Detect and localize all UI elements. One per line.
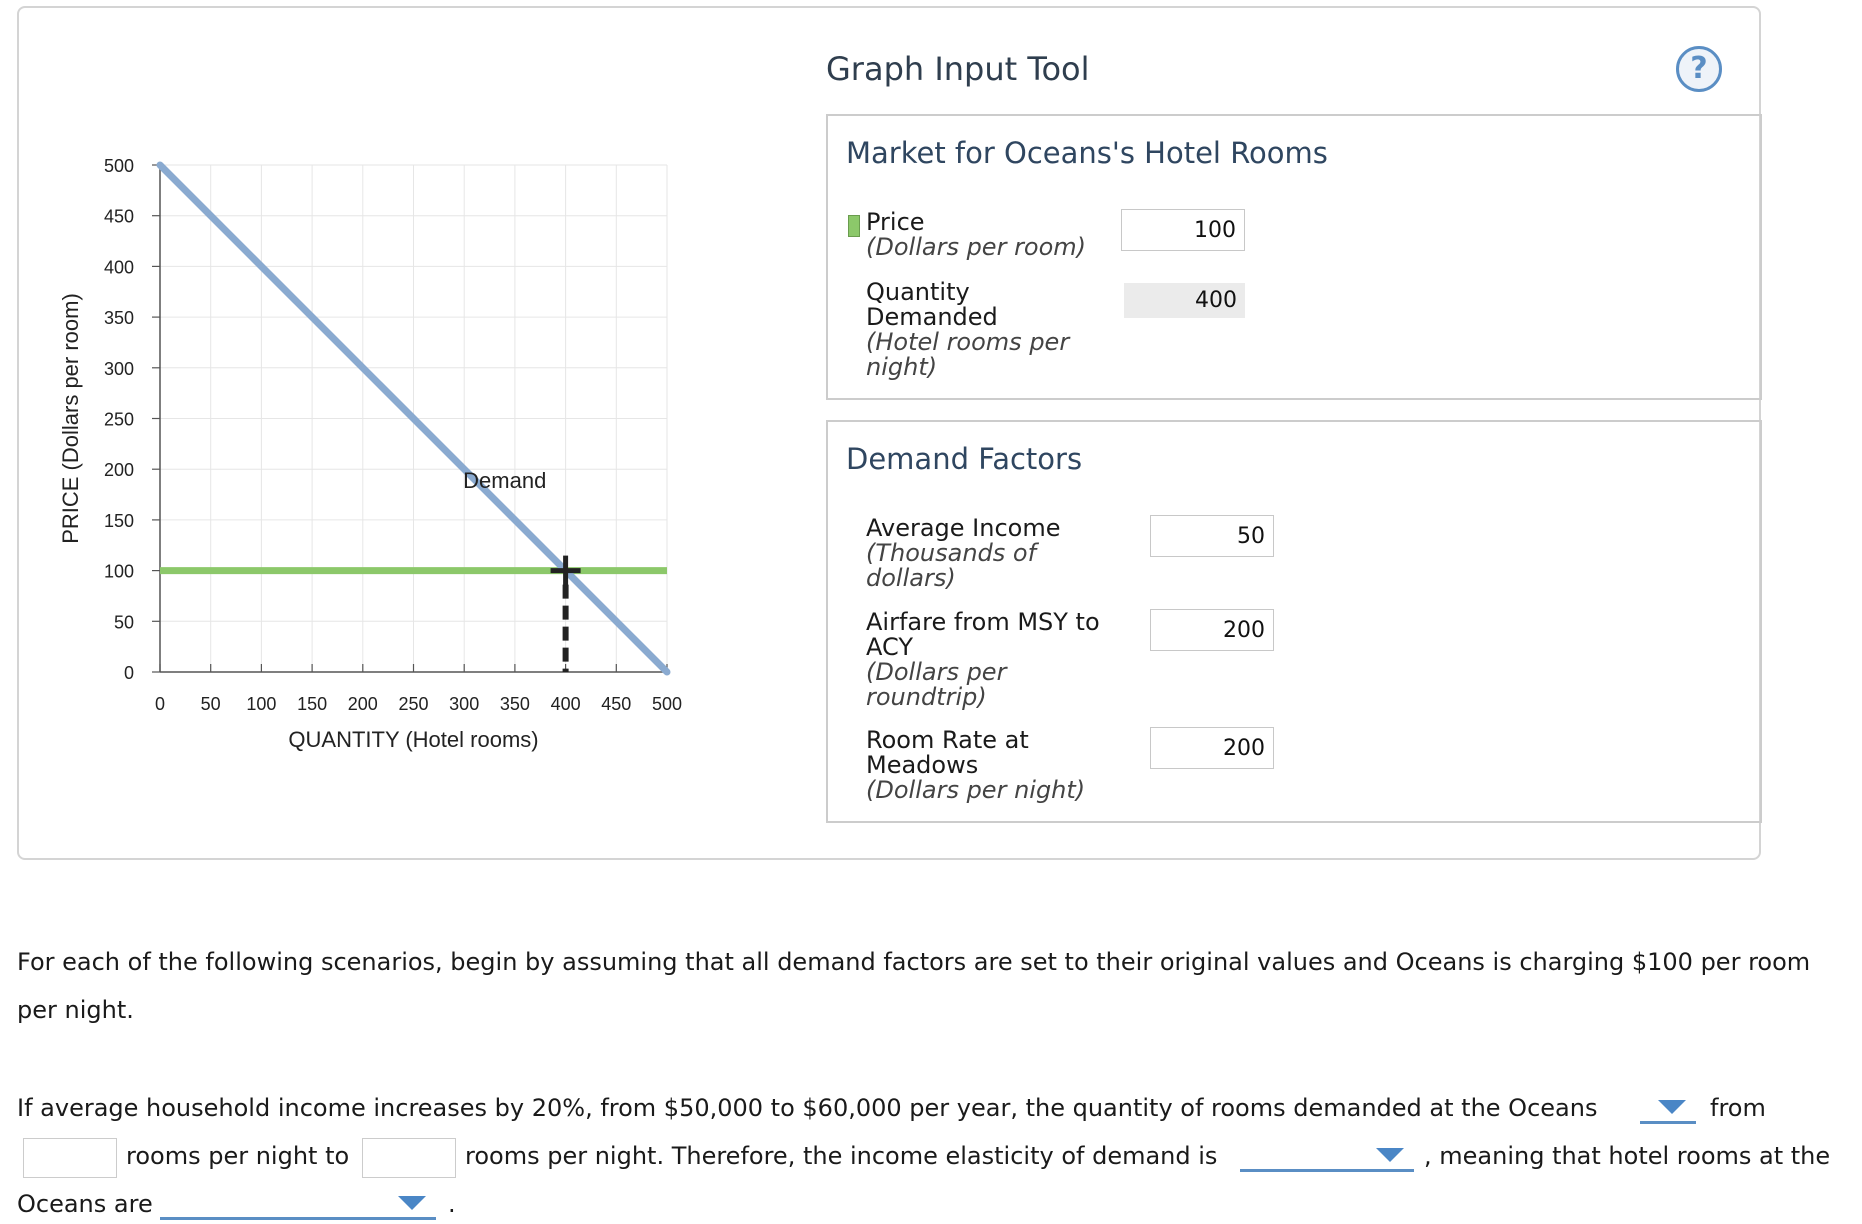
from-rooms-input[interactable] (23, 1138, 117, 1178)
x-tick-label: 100 (246, 694, 276, 714)
average-income-label: Average Income (Thousands of dollars) (866, 514, 1061, 592)
chevron-down-icon (1376, 1148, 1404, 1162)
question-therefore: rooms per night. Therefore, the income e… (465, 1142, 1218, 1170)
x-tick-label: 200 (348, 694, 378, 714)
airfare-label: Airfare from MSY to ACY (Dollars per rou… (866, 608, 1100, 711)
x-tick-label: 300 (449, 694, 479, 714)
y-tick-label: 450 (104, 207, 134, 227)
intro-text-line-1: For each of the following scenarios, beg… (17, 948, 1811, 976)
y-tick-label: 400 (104, 257, 134, 277)
help-icon[interactable]: ? (1676, 46, 1722, 92)
demand-curve-label: Demand (463, 468, 546, 493)
y-tick-label: 300 (104, 359, 134, 379)
tool-title: Graph Input Tool (826, 50, 1090, 88)
quantity-demanded-value: 400 (1124, 283, 1245, 318)
price-color-swatch-icon (848, 215, 860, 237)
y-tick-label: 200 (104, 460, 134, 480)
x-tick-label: 150 (297, 694, 327, 714)
question-oceans-are: Oceans are (17, 1190, 153, 1218)
demand-graph[interactable]: 0 50 100 150 200 250 300 350 400 450 500 0 50 100 150 2… (0, 0, 900, 860)
y-tick-label: 250 (104, 410, 134, 430)
meadows-rate-label: Room Rate at Meadows (Dollars per night) (866, 726, 1086, 804)
good-type-dropdown[interactable] (160, 1190, 436, 1220)
question-meaning: , meaning that hotel rooms at the (1424, 1142, 1831, 1170)
y-axis-label: PRICE (Dollars per room) (58, 293, 83, 544)
to-rooms-input[interactable] (362, 1138, 456, 1178)
airfare-input[interactable]: 200 (1150, 609, 1274, 651)
x-tick-label: 500 (652, 694, 682, 714)
x-tick-label: 50 (201, 694, 221, 714)
chevron-down-icon (398, 1196, 426, 1210)
x-tick-label: 250 (398, 694, 428, 714)
quantity-demanded-label: Quantity Demanded (Hotel rooms per night… (866, 278, 1070, 381)
elasticity-dropdown[interactable] (1240, 1142, 1414, 1172)
x-tick-label: 350 (500, 694, 530, 714)
y-tick-label: 0 (124, 663, 134, 683)
y-tick-label: 50 (114, 612, 134, 632)
x-tick-label: 450 (601, 694, 631, 714)
chevron-down-icon (1658, 1100, 1686, 1114)
price-input[interactable]: 100 (1121, 209, 1245, 251)
x-tick-label: 400 (551, 694, 581, 714)
y-tick-label: 100 (104, 562, 134, 582)
demand-factors-title: Demand Factors (846, 442, 1083, 476)
x-tick-label: 0 (155, 694, 165, 714)
question-rooms-to: rooms per night to (126, 1142, 350, 1170)
meadows-rate-input[interactable]: 200 (1150, 727, 1274, 769)
average-income-input[interactable]: 50 (1150, 515, 1274, 557)
y-tick-label: 150 (104, 511, 134, 531)
price-label: Price (Dollars per room) (866, 208, 1087, 261)
question-period: . (448, 1190, 456, 1218)
question-line-1: If average household income increases by… (17, 1094, 1598, 1122)
market-box-title: Market for Oceans's Hotel Rooms (846, 136, 1328, 170)
x-axis-label: QUANTITY (Hotel rooms) (288, 727, 538, 752)
intro-text-line-2: per night. (17, 996, 134, 1024)
quantity-change-dropdown[interactable] (1640, 1094, 1696, 1124)
y-tick-label: 350 (104, 308, 134, 328)
y-tick-label: 500 (104, 156, 134, 176)
question-from: from (1710, 1094, 1766, 1122)
